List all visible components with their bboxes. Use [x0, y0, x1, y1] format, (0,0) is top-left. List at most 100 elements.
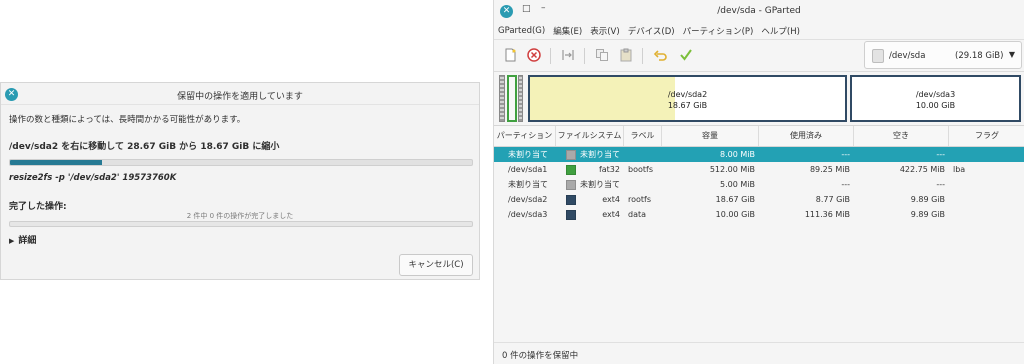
table-row[interactable]: /dev/sda3 ext4 data 10.00 GiB 111.36 MiB 9.89…: [494, 207, 1024, 222]
cell-partition: /dev/sda2: [508, 195, 548, 204]
map-unallocated-2[interactable]: [518, 75, 523, 122]
filesystem-color-swatch: [566, 180, 576, 190]
cell-flags: [949, 177, 1024, 192]
operation-progress-bar: [9, 159, 473, 166]
gparted-window: ✕ □ – /dev/sda - GParted GParted(G) 編集(E…: [493, 0, 1024, 364]
partition-table: パーティション ファイルシステム ラベル 容量 使用済み 空き フラグ 未割り当…: [494, 125, 1024, 222]
column-label[interactable]: ラベル: [624, 126, 662, 146]
filesystem-name: ext4: [602, 210, 620, 219]
menubar: GParted(G) 編集(E) 表示(V) デバイス(D) パーティション(P…: [494, 22, 1024, 40]
operation-progress-fill: [10, 160, 103, 165]
filesystem-name: 未割り当て: [580, 150, 620, 159]
device-selector[interactable]: /dev/sda (29.18 GiB) ▼: [864, 41, 1022, 69]
column-flags[interactable]: フラグ: [949, 126, 1024, 146]
apply-operations-dialog: ✕ 保留中の操作を適用しています 操作の数と種類によっては、長時間かかる可能性が…: [0, 82, 480, 280]
filesystem-name: ext4: [602, 195, 620, 204]
cell-flags: [949, 147, 1024, 162]
cell-used: 8.77 GiB: [815, 195, 850, 204]
device-size: (29.18 GiB): [955, 51, 1004, 61]
filesystem-color-swatch: [566, 165, 576, 175]
window-title: /dev/sda - GParted: [717, 6, 801, 16]
column-partition[interactable]: パーティション: [494, 126, 556, 146]
statusbar: 0 件の操作を保留中: [494, 342, 1024, 364]
cell-free: 422.75 MiB: [899, 165, 945, 174]
column-filesystem[interactable]: ファイルシステム: [556, 126, 624, 146]
cell-filesystem: 未割り当て: [556, 177, 624, 192]
current-command: resize2fs -p '/dev/sda2' 19573760K: [9, 173, 177, 183]
cell-free: ---: [936, 150, 945, 159]
dialog-title: 保留中の操作を適用しています: [177, 92, 303, 102]
cell-size: 512.00 MiB: [709, 165, 755, 174]
disk-icon: [872, 49, 884, 63]
map-sda2[interactable]: /dev/sda2 18.67 GiB: [528, 75, 847, 122]
table-row[interactable]: 未割り当て 未割り当て 8.00 MiB --- ---: [494, 147, 1024, 162]
cell-filesystem: 未割り当て: [556, 147, 624, 162]
menu-view[interactable]: 表示(V): [590, 25, 619, 37]
cell-partition: /dev/sda1: [508, 165, 548, 174]
copy-icon[interactable]: [594, 48, 610, 64]
cell-flags: [949, 207, 1024, 222]
dialog-description: 操作の数と種類によっては、長時間かかる可能性があります。: [9, 115, 246, 125]
expand-triangle-icon: ▶: [9, 237, 15, 245]
toolbar-separator: [642, 48, 643, 64]
cell-flags: lba: [953, 165, 966, 174]
paste-icon[interactable]: [618, 48, 634, 64]
details-label: 詳細: [18, 236, 37, 246]
map-sda3[interactable]: /dev/sda3 10.00 GiB: [850, 75, 1021, 122]
cell-label: bootfs: [628, 165, 653, 174]
menu-edit[interactable]: 編集(E): [553, 25, 582, 37]
cell-partition: 未割り当て: [508, 150, 548, 159]
map-sda3-size: 10.00 GiB: [915, 101, 956, 110]
map-unallocated-1[interactable]: [499, 75, 505, 122]
table-row[interactable]: /dev/sda2 ext4 rootfs 18.67 GiB 8.77 GiB 9.89…: [494, 192, 1024, 207]
cell-label: rootfs: [628, 195, 652, 204]
cell-used: ---: [841, 180, 850, 189]
chevron-down-icon: ▼: [1008, 50, 1015, 59]
apply-icon[interactable]: [678, 48, 694, 64]
new-icon[interactable]: [502, 48, 518, 64]
resize-icon[interactable]: [560, 48, 576, 64]
table-header: パーティション ファイルシステム ラベル 容量 使用済み 空き フラグ: [494, 125, 1024, 147]
table-row[interactable]: 未割り当て 未割り当て 5.00 MiB --- ---: [494, 177, 1024, 192]
cell-partition: 未割り当て: [508, 180, 548, 189]
undo-icon[interactable]: [652, 48, 668, 64]
cell-partition: /dev/sda3: [508, 210, 548, 219]
menu-partition[interactable]: パーティション(P): [683, 25, 754, 37]
filesystem-color-swatch: [566, 195, 576, 205]
cell-used: 89.25 MiB: [809, 165, 850, 174]
cell-free: 9.89 GiB: [910, 210, 945, 219]
filesystem-name: fat32: [598, 165, 620, 174]
filesystem-name: 未割り当て: [580, 180, 620, 189]
menu-device[interactable]: デバイス(D): [628, 25, 675, 37]
cell-free: 9.89 GiB: [910, 195, 945, 204]
menu-help[interactable]: ヘルプ(H): [761, 25, 800, 37]
table-row[interactable]: /dev/sda1 fat32 bootfs 512.00 MiB 89.25 MiB 4…: [494, 162, 1024, 177]
cell-flags: [949, 192, 1024, 207]
dialog-header: ✕ 保留中の操作を適用しています: [1, 83, 479, 105]
cell-label: [624, 177, 662, 192]
column-free[interactable]: 空き: [854, 126, 949, 146]
overall-progress-bar: [9, 221, 473, 227]
cell-size: 10.00 GiB: [715, 210, 755, 219]
delete-icon[interactable]: [526, 48, 542, 64]
cell-filesystem: fat32: [556, 162, 624, 177]
table-body: 未割り当て 未割り当て 8.00 MiB --- ---/dev/sda1 fat32 bo…: [494, 147, 1024, 222]
cell-filesystem: ext4: [556, 207, 624, 222]
map-sda1[interactable]: [507, 75, 517, 122]
filesystem-color-swatch: [566, 210, 576, 220]
menu-gparted[interactable]: GParted(G): [498, 26, 545, 36]
cell-label: data: [628, 210, 647, 219]
window-titlebar: ✕ □ – /dev/sda - GParted: [494, 0, 1024, 22]
map-sda2-name: /dev/sda2: [667, 90, 708, 99]
device-name: /dev/sda: [889, 51, 926, 61]
cancel-button[interactable]: キャンセル(C): [399, 254, 473, 276]
completed-status: 2 件中 0 件の操作が完了しました: [186, 212, 294, 220]
pending-status: 0 件の操作を保留中: [502, 351, 579, 361]
column-size[interactable]: 容量: [662, 126, 759, 146]
current-operation: /dev/sda2 を右に移動して 28.67 GiB から 18.67 GiB…: [9, 142, 280, 152]
column-used[interactable]: 使用済み: [759, 126, 854, 146]
cell-size: 8.00 MiB: [720, 150, 755, 159]
details-expander[interactable]: ▶ 詳細: [9, 233, 36, 246]
toolbar-separator: [550, 48, 551, 64]
map-sda2-size: 18.67 GiB: [667, 101, 708, 110]
